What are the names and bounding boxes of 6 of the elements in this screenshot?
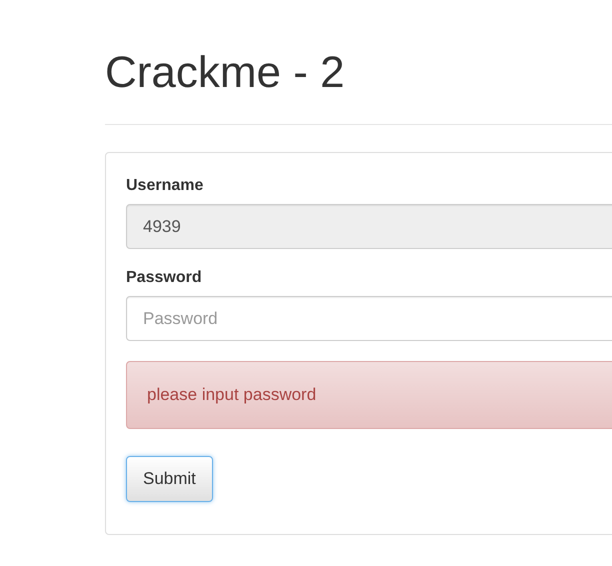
error-alert: please input password [126, 361, 612, 429]
field-label: Password [126, 269, 202, 287]
page-title: Crackme - 2 [105, 47, 345, 99]
field-label: Username [126, 177, 204, 195]
input-field[interactable]: Password [126, 296, 612, 341]
submit-button[interactable]: Submit [126, 456, 213, 502]
